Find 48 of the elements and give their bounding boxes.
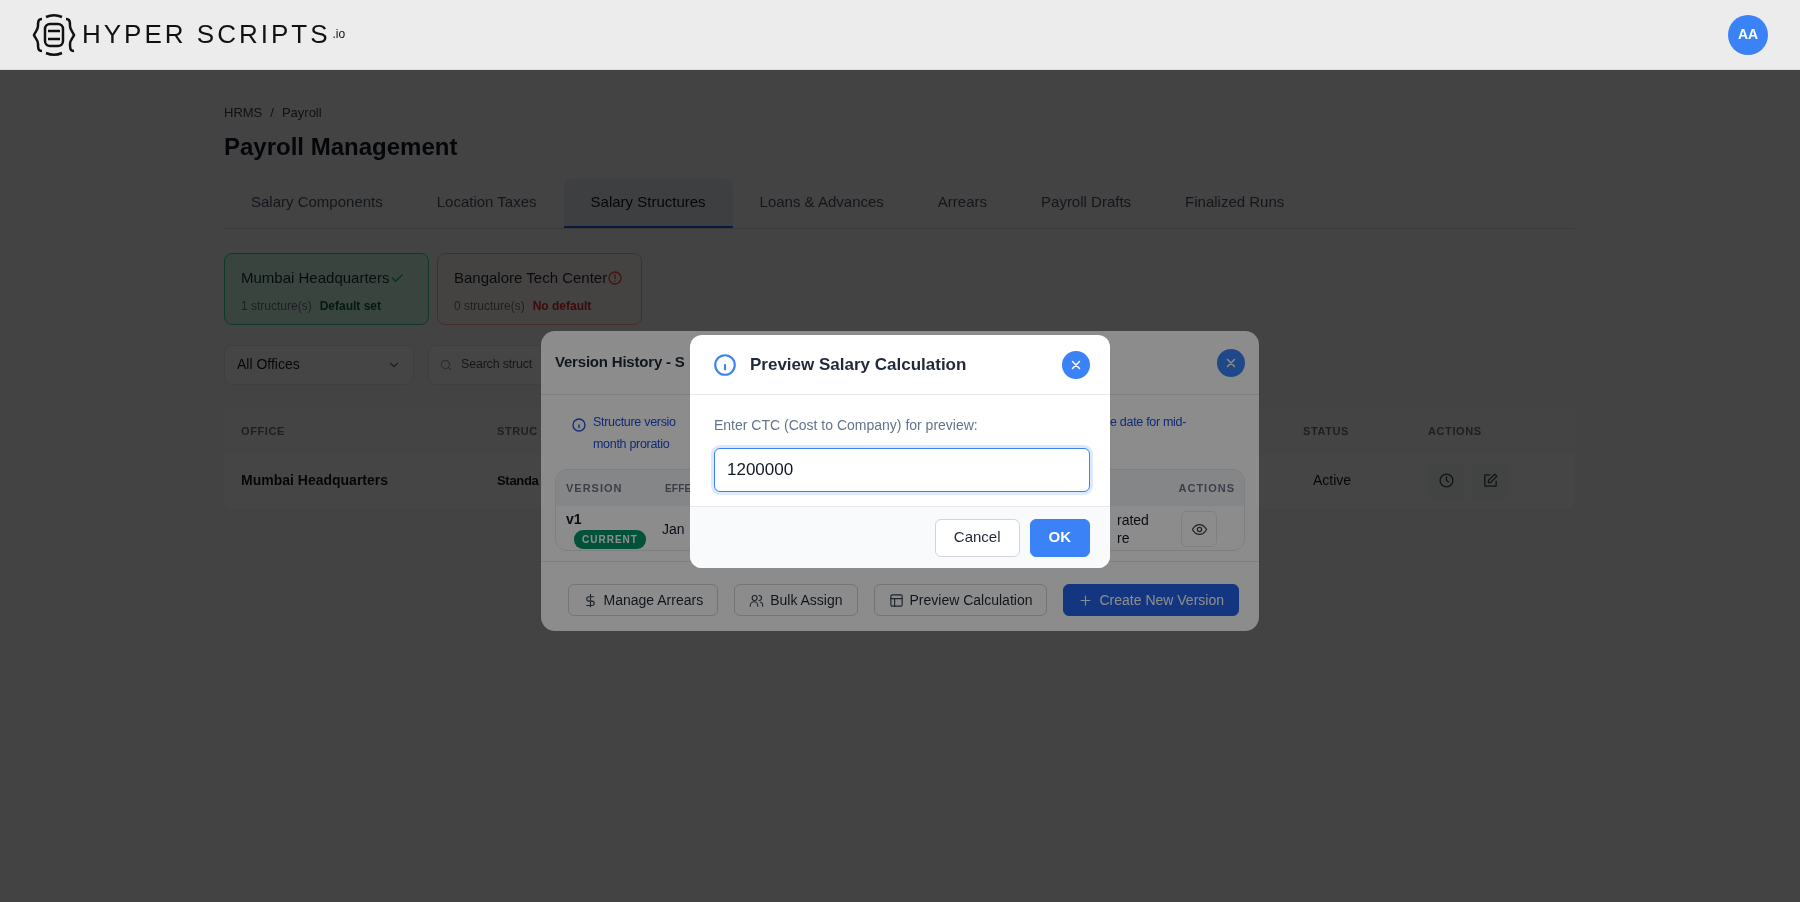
- table-cell-text: Jan: [662, 519, 685, 539]
- edit-icon: [1481, 472, 1499, 490]
- cancel-button[interactable]: Cancel: [934, 518, 1020, 557]
- info-text: month proratio: [593, 436, 671, 453]
- column-header: VERSION: [566, 480, 624, 496]
- close-button[interactable]: [1062, 350, 1090, 379]
- alert-circle-icon: [607, 270, 624, 287]
- default-status: No default: [532, 298, 592, 316]
- action-button[interactable]: Manage Arrears: [567, 584, 719, 616]
- view-button[interactable]: [1181, 511, 1217, 547]
- clock-icon: [1437, 472, 1455, 490]
- table-cell-text: Standa: [497, 472, 539, 491]
- table-cell-text: re: [1117, 529, 1131, 547]
- info-icon: [571, 417, 587, 434]
- action-button[interactable]: Bulk Assign: [734, 584, 858, 616]
- user-avatar[interactable]: AA: [1728, 14, 1768, 55]
- users-icon: [749, 592, 765, 608]
- dialog-title: Preview Salary Calculation: [750, 353, 967, 376]
- office-name: Bangalore Tech Center: [454, 267, 608, 288]
- column-header: ACTIONS: [1178, 480, 1235, 496]
- table-icon: [888, 592, 904, 608]
- ctc-input-field[interactable]: 1200000: [714, 448, 1090, 492]
- page-title: Payroll Management: [224, 132, 459, 162]
- info-text: e date for mid-: [1110, 415, 1187, 429]
- info-text: Structure versio: [593, 414, 676, 431]
- search-icon: [439, 357, 453, 372]
- close-button[interactable]: [1217, 348, 1245, 377]
- logo-icon: [32, 12, 76, 57]
- version-number: v1: [566, 510, 582, 529]
- breadcrumb-separator: /: [270, 104, 274, 122]
- current-badge: CURRENT: [574, 530, 646, 549]
- logo-text: HYPER SCRIPTS: [82, 18, 331, 51]
- logo-suffix: .io: [332, 25, 346, 43]
- modal-title: Version History - S: [555, 352, 685, 373]
- table-cell-text: Active: [1312, 471, 1353, 491]
- office-select[interactable]: All Offices: [224, 344, 414, 385]
- office-name: Mumbai Headquarters: [241, 267, 390, 288]
- plus-icon: [1078, 592, 1094, 608]
- action-button[interactable]: Create New Version: [1063, 584, 1239, 616]
- default-status: Default set: [319, 298, 382, 316]
- table-cell-text: Mumbai Headquarters: [240, 471, 390, 491]
- ok-button[interactable]: OK: [1029, 518, 1090, 557]
- info-icon: [712, 351, 738, 378]
- tab[interactable]: Salary Structures: [563, 179, 733, 228]
- column-header: EFFE: [665, 481, 692, 496]
- table-cell-text: rated: [1117, 511, 1150, 529]
- field-label: Enter CTC (Cost to Company) for preview:: [714, 416, 979, 435]
- action-button[interactable]: Preview Calculation: [873, 584, 1048, 616]
